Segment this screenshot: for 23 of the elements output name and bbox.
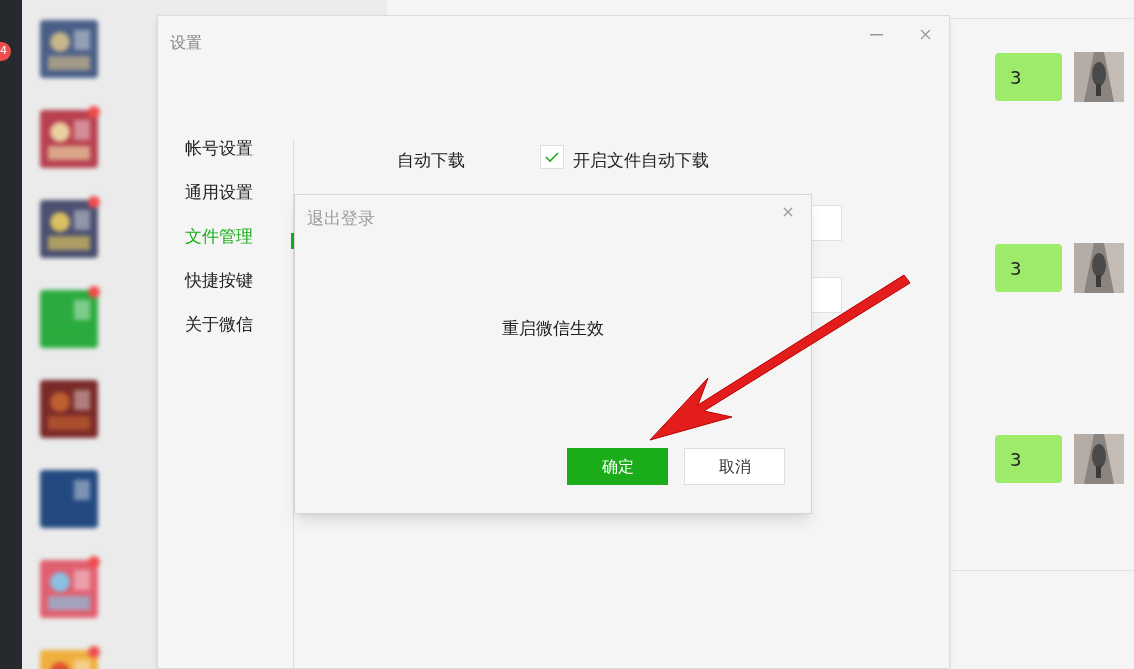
window-title: 设置 <box>170 32 202 54</box>
selection-indicator <box>291 233 294 249</box>
checkbox[interactable] <box>540 145 564 169</box>
minimize-icon[interactable] <box>870 34 883 36</box>
message-bubble: 3 <box>995 435 1062 483</box>
dialog-message: 重启微信生效 <box>502 318 604 338</box>
sidebar-item[interactable]: 通用设置 <box>185 181 253 204</box>
message-bubble: 3 <box>995 244 1062 292</box>
checkbox-label: 开启文件自动下载 <box>573 149 709 172</box>
message-bubble: 3 <box>995 53 1062 101</box>
dialog-title: 退出登录 <box>307 207 375 230</box>
close-icon[interactable] <box>920 29 931 40</box>
checkmark-icon <box>545 151 559 163</box>
cancel-button[interactable]: 取消 <box>684 448 785 485</box>
setting-label: 自动下载 <box>397 149 465 172</box>
unread-badge: 4 <box>0 42 11 61</box>
sidebar-item[interactable]: 帐号设置 <box>185 137 253 160</box>
chat-list-item[interactable] <box>40 20 98 78</box>
close-icon[interactable] <box>783 207 793 217</box>
chat-list-item[interactable] <box>40 470 98 528</box>
chat-list-item[interactable] <box>40 380 98 438</box>
sidebar-item[interactable]: 关于微信 <box>185 313 253 336</box>
sidebar-item[interactable]: 快捷按键 <box>185 269 253 292</box>
